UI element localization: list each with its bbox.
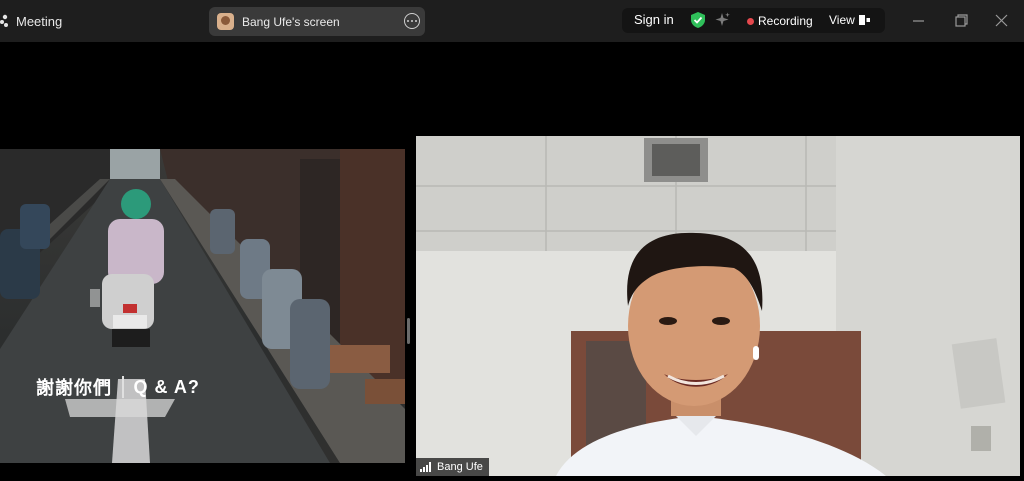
- shared-screen-slide: 謝謝你們 Q & A?: [0, 149, 405, 463]
- split-view-handle[interactable]: [407, 318, 410, 344]
- screen-share-indicator[interactable]: Bang Ufe's screen: [209, 7, 425, 36]
- recording-status[interactable]: Recording: [758, 14, 813, 28]
- sign-in-button[interactable]: Sign in: [634, 12, 674, 27]
- view-layout-icon[interactable]: [859, 15, 870, 25]
- slide-thanks-text: 謝謝你們: [36, 378, 112, 398]
- alley-photo: [0, 149, 405, 463]
- participant-name-tag: Bang Ufe: [416, 458, 489, 476]
- app-title: Meeting: [16, 13, 63, 29]
- top-right-controls: Sign in Recording View: [622, 8, 885, 33]
- close-icon[interactable]: [992, 11, 1012, 31]
- signal-strength-icon: [420, 462, 431, 472]
- participant-name: Bang Ufe: [437, 461, 483, 473]
- more-options-icon[interactable]: [404, 13, 420, 29]
- shield-check-icon[interactable]: [689, 11, 707, 29]
- presenter-avatar: [217, 13, 234, 30]
- maximize-icon[interactable]: [951, 11, 971, 31]
- view-button[interactable]: View: [829, 13, 855, 27]
- participant-camera-feed: [416, 136, 1020, 476]
- slide-caption: 謝謝你們 Q & A?: [36, 374, 200, 400]
- caption-separator: [122, 376, 124, 398]
- zoom-meeting-icon: [0, 14, 8, 27]
- ai-sparkle-icon[interactable]: [714, 11, 731, 28]
- participant-video[interactable]: [416, 136, 1020, 476]
- minimize-icon[interactable]: [909, 11, 929, 31]
- slide-qa-text: Q & A?: [133, 376, 200, 397]
- recording-dot-icon: [747, 18, 754, 25]
- screen-share-label: Bang Ufe's screen: [242, 14, 340, 29]
- title-bar: Meeting Bang Ufe's screen Sign in Record…: [0, 0, 1024, 42]
- app-branding: Meeting: [0, 0, 62, 42]
